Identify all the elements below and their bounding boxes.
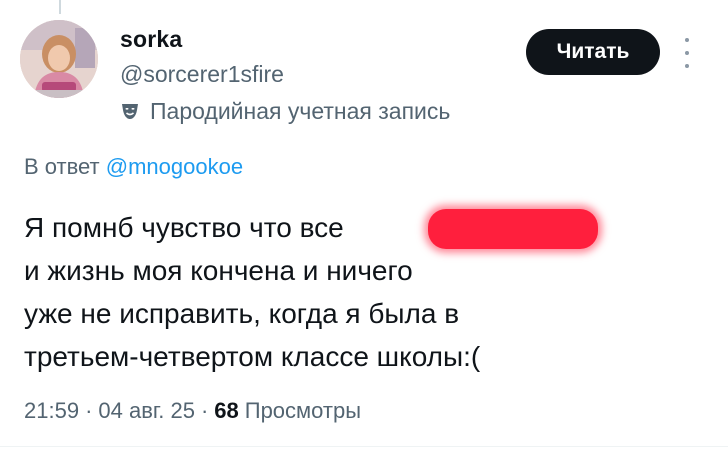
tweet-line: третьем-четвертом классе школы:( xyxy=(24,341,481,372)
reply-prefix: В ответ xyxy=(24,154,100,179)
parody-label-text: Пародийная учетная запись xyxy=(150,97,451,124)
more-vertical-icon[interactable] xyxy=(680,38,694,68)
author-handle[interactable]: @sorcerer1sfire xyxy=(120,61,284,88)
tweet-date[interactable]: 04 авг. 25 xyxy=(98,398,195,424)
tweet-line: и жизнь моя кончена и ничего xyxy=(24,255,413,286)
tweet-time[interactable]: 21:59 xyxy=(24,398,79,424)
thread-connector-line xyxy=(59,0,61,14)
reply-context: В ответ @mnogookoe xyxy=(24,154,243,180)
reply-mention-link[interactable]: @mnogookoe xyxy=(106,154,243,179)
avatar[interactable] xyxy=(20,20,98,98)
views-count: 68 xyxy=(214,398,239,423)
follow-button[interactable]: Читать xyxy=(526,29,660,75)
author-name[interactable]: sorka xyxy=(120,26,182,53)
tweet-line: уже не исправить, когда я была в xyxy=(24,298,460,329)
meta-separator: · xyxy=(200,398,209,423)
avatar-photo xyxy=(20,20,98,98)
tweet-meta: 21:59 · 04 авг. 25 · 68 Просмотры xyxy=(24,398,361,424)
divider xyxy=(0,446,728,447)
redaction-scribble xyxy=(428,209,598,249)
parody-account-label[interactable]: Пародийная учетная запись xyxy=(120,96,450,126)
views-label[interactable]: Просмотры xyxy=(245,398,361,424)
theater-mask-icon xyxy=(120,101,140,121)
meta-separator: · xyxy=(85,398,93,423)
